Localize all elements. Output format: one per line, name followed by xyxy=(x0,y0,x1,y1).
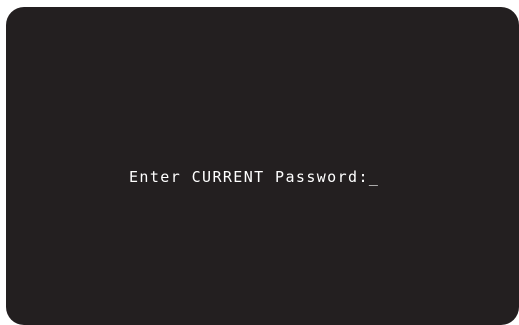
terminal-screen: Enter CURRENT Password:_ xyxy=(6,7,519,325)
text-cursor: _ xyxy=(368,168,380,186)
password-prompt-label: Enter CURRENT Password: xyxy=(129,168,369,186)
password-prompt-line[interactable]: Enter CURRENT Password:_ xyxy=(129,170,379,185)
